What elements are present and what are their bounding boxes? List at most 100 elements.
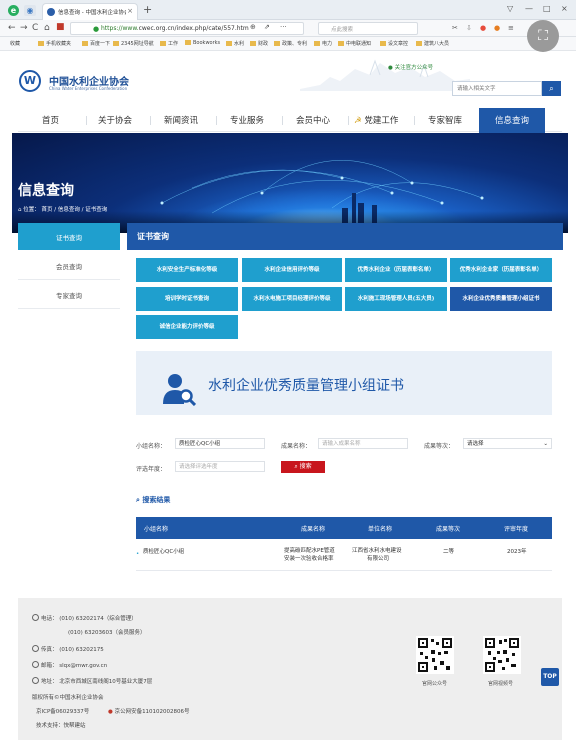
- footer: 电话： (010) 63202174（综合管理） (010) 63203603（…: [18, 598, 562, 740]
- footer-police[interactable]: ● 京公网安备110102002806号: [108, 707, 190, 715]
- footer-phone2: (010) 63203603（会员服务）: [68, 630, 146, 636]
- cert-type-button[interactable]: 水利施工现场管理人员(五大员): [345, 287, 447, 311]
- grade-select[interactable]: 请选择 ⌄: [463, 438, 552, 449]
- footer-tech[interactable]: 技术支持：快帮建站: [36, 721, 86, 729]
- bookmark-item[interactable]: 工作: [160, 40, 178, 47]
- download-icon[interactable]: ⇩: [466, 24, 472, 32]
- cert-type-button[interactable]: 水利安全生产标准化等级: [136, 258, 238, 282]
- pin-icon[interactable]: ▽: [507, 4, 513, 13]
- cert-type-button[interactable]: 优秀水利企业家（历届表彰名单）: [450, 258, 552, 282]
- cert-type-button[interactable]: 优秀水利企业（历届表彰名单）: [345, 258, 447, 282]
- nav-party[interactable]: ☭ 党建工作: [354, 114, 398, 126]
- new-tab-icon[interactable]: +: [143, 3, 152, 16]
- cert-hero-title: 水利企业优秀质量管理小组证书: [208, 378, 404, 394]
- bookmark-item[interactable]: 电力: [314, 40, 332, 47]
- row-year: 2023年: [507, 549, 527, 555]
- bookmark-item[interactable]: 中电联通知: [338, 40, 371, 47]
- chevron-down-icon: ⌄: [543, 441, 548, 447]
- more-icon[interactable]: ···: [280, 23, 287, 31]
- bookmark-item[interactable]: 政策、专利: [274, 40, 307, 47]
- bookmark-item[interactable]: 手机收藏夹: [38, 40, 71, 47]
- table-row[interactable]: [136, 539, 552, 571]
- qr-code-wechat: [416, 636, 454, 674]
- group-name-input[interactable]: 质检匠心QC小组: [175, 438, 265, 449]
- result-name-label: 成果名称：: [281, 443, 312, 450]
- close-window-icon[interactable]: ×: [561, 4, 568, 13]
- tab-group-icon[interactable]: ◉: [24, 5, 36, 16]
- lock-icon: ●: [93, 25, 100, 33]
- bookmark-item[interactable]: 设文章控: [380, 40, 408, 47]
- home-icon[interactable]: ⌂: [44, 23, 50, 33]
- minimize-icon[interactable]: —: [525, 4, 533, 13]
- close-tab-icon[interactable]: ×: [127, 7, 133, 15]
- site-logo-icon[interactable]: W: [19, 70, 41, 92]
- cert-type-button[interactable]: 培训学时证书查询: [136, 287, 238, 311]
- cert-type-button[interactable]: 水利企业信用评价等级: [242, 258, 342, 282]
- nav-info-query[interactable]: 信息查询: [479, 108, 545, 133]
- tab-title: 信息查询 - 中国水利企业协会: [58, 10, 126, 16]
- breadcrumb-info[interactable]: 信息查询: [58, 207, 80, 213]
- bookmark-item[interactable]: 2345网址导航: [113, 40, 154, 47]
- sidebar-item-cert-query[interactable]: 证书查询: [18, 223, 120, 250]
- cert-type-button[interactable]: 诚信企业能力评价等级: [136, 315, 238, 339]
- app-icon[interactable]: ●: [494, 24, 500, 32]
- browser-tab[interactable]: 信息查询 - 中国水利企业协会 ×: [42, 3, 138, 20]
- bookmark-item[interactable]: 百度一下: [82, 40, 110, 47]
- reload-icon[interactable]: C: [32, 23, 38, 33]
- grade-label: 成果等次：: [424, 443, 455, 450]
- share-icon[interactable]: ⇗: [264, 23, 270, 31]
- footer-fax: 传真： (010) 63202175: [32, 645, 104, 653]
- extension-icon[interactable]: ■: [56, 22, 65, 32]
- results-table-header: 小组名称 成果名称 单位名称 成果等次 评审年度: [136, 517, 552, 539]
- url-text: cwec.org.cn/index.php/cate/557.htm: [138, 25, 249, 32]
- nav-members[interactable]: 会员中心: [296, 114, 330, 126]
- result-name-input[interactable]: 请输入成果名称: [318, 438, 408, 449]
- site-search-box[interactable]: [452, 81, 542, 96]
- year-label: 评选年度：: [136, 466, 167, 473]
- game-icon[interactable]: ●: [480, 24, 486, 32]
- bookmark-item[interactable]: Bookworks: [185, 40, 220, 46]
- row-unit-line2: 有限公司: [367, 556, 390, 562]
- cert-type-button[interactable]: 水利水电施工项目经理评价等级: [242, 287, 342, 311]
- breadcrumb-current[interactable]: 证书查询: [85, 207, 107, 213]
- col-grade: 成果等次: [436, 526, 461, 533]
- search-icon: ⌕: [549, 84, 554, 93]
- breadcrumb-home[interactable]: 首页: [42, 207, 53, 213]
- year-select[interactable]: 请选择评选年度: [175, 461, 265, 472]
- nav-about[interactable]: 关于协会: [98, 114, 132, 126]
- browser-search-input[interactable]: 点此搜索: [318, 22, 418, 35]
- nav-services[interactable]: 专业服务: [230, 114, 264, 126]
- sidebar-item-member-query[interactable]: 会员查询: [18, 251, 120, 280]
- zoom-icon[interactable]: ⊕: [250, 23, 256, 31]
- results-title: ⌕ 搜索结果: [136, 496, 171, 504]
- qr-wechat-label: 官网公众号: [422, 681, 448, 687]
- footer-icp[interactable]: 京ICP备06029337号: [36, 707, 89, 715]
- site-search-input[interactable]: [453, 82, 539, 95]
- site-search-button[interactable]: ⌕: [542, 81, 561, 96]
- content-heading-bar: 证书查询: [127, 223, 563, 250]
- cut-icon[interactable]: ✂: [452, 24, 458, 32]
- nav-experts[interactable]: 专家智库: [428, 114, 462, 126]
- row-result-line2: 安装一次验收合格率: [284, 556, 334, 562]
- cert-type-button-active[interactable]: 水利企业优秀质量管理小组证书: [450, 287, 552, 311]
- screenshot-overlay-icon[interactable]: ⛶: [527, 20, 559, 52]
- back-to-top-button[interactable]: TOP: [541, 668, 559, 686]
- bookmark-item[interactable]: 财政: [250, 40, 268, 47]
- bookmark-item[interactable]: 水利: [226, 40, 244, 47]
- nav-news[interactable]: 新闻资讯: [164, 114, 198, 126]
- nav-home[interactable]: 首页: [42, 114, 59, 126]
- fax-icon: [32, 645, 39, 652]
- sidebar-item-expert-query[interactable]: 专家查询: [18, 280, 120, 309]
- wechat-follow-link[interactable]: ● 关注官方公众号: [388, 63, 433, 71]
- search-button[interactable]: ⌕ 搜索: [281, 461, 325, 473]
- col-unit: 单位名称: [368, 526, 393, 533]
- back-icon[interactable]: ←: [8, 23, 16, 33]
- maximize-icon[interactable]: □: [543, 4, 551, 13]
- browser-search-placeholder: 点此搜索: [331, 27, 354, 33]
- forward-icon[interactable]: →: [20, 23, 28, 33]
- bookmark-item[interactable]: 建筑八大员: [416, 40, 449, 47]
- footer-email[interactable]: 邮箱： slqx@mwr.gov.cn: [32, 661, 107, 669]
- user-search-icon: [163, 374, 196, 406]
- bookmark-item[interactable]: 收藏: [10, 40, 20, 47]
- menu-icon[interactable]: ≡: [508, 24, 514, 32]
